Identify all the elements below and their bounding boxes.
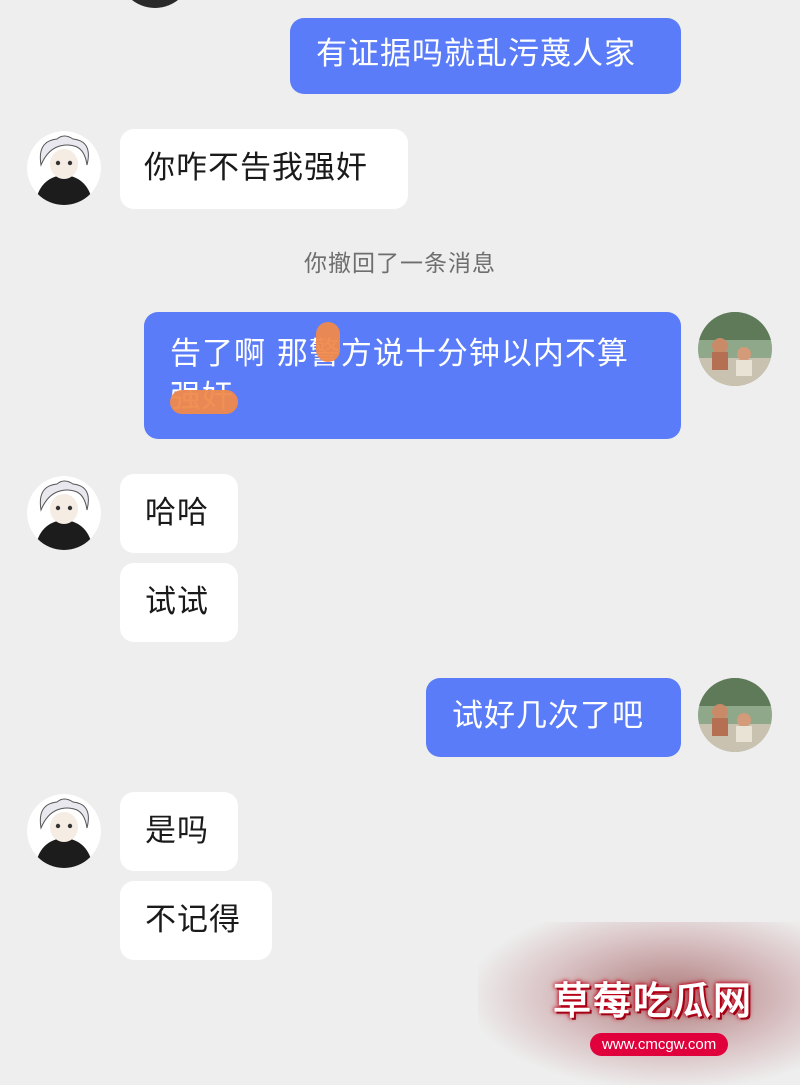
redaction-mark xyxy=(316,322,340,362)
incoming-message[interactable]: 是吗 xyxy=(120,792,238,871)
recalled-message-notice: 你撤回了一条消息 xyxy=(304,251,496,277)
outgoing-message[interactable]: 有证据吗就乱污蔑人家 xyxy=(290,18,681,94)
contact-avatar[interactable] xyxy=(27,794,101,868)
outgoing-message[interactable]: 告了啊 那警方说十分钟以内不算强奸 xyxy=(144,312,681,439)
incoming-message[interactable]: 哈哈 xyxy=(120,474,238,553)
incoming-message[interactable]: 不记得 xyxy=(120,881,272,960)
outgoing-message[interactable]: 试好几次了吧 xyxy=(426,678,681,757)
self-avatar[interactable] xyxy=(698,312,772,386)
contact-avatar[interactable] xyxy=(27,131,101,205)
incoming-message[interactable]: 试试 xyxy=(120,563,238,642)
self-avatar[interactable] xyxy=(698,678,772,752)
redaction-mark xyxy=(170,390,238,414)
watermark-logo: 草莓吃瓜网 xyxy=(553,979,754,1023)
contact-avatar[interactable] xyxy=(27,476,101,550)
watermark-url: www.cmcgw.com xyxy=(590,1033,729,1056)
contact-avatar-top-partial[interactable] xyxy=(118,0,192,8)
incoming-message[interactable]: 你咋不告我强奸 xyxy=(120,129,408,209)
